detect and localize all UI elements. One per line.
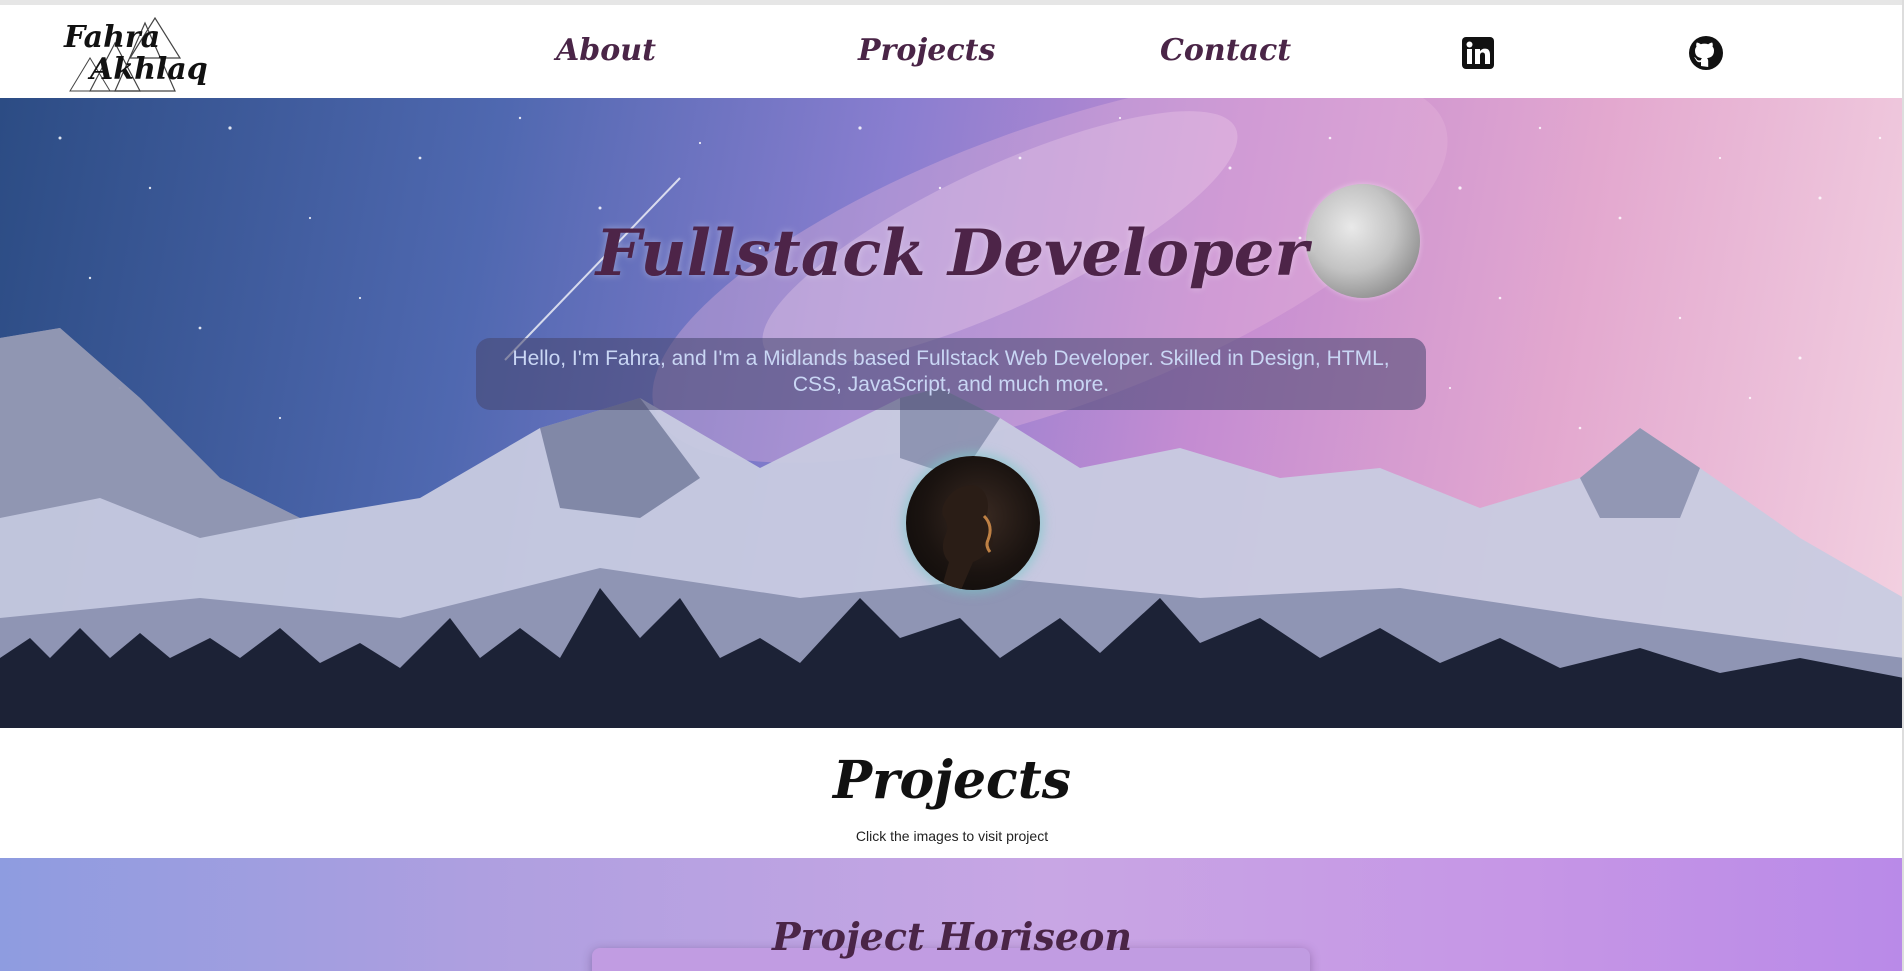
nav-about-link[interactable]: About — [556, 33, 656, 68]
nav-projects-link[interactable]: Projects — [858, 33, 995, 68]
profile-silhouette-icon — [941, 485, 993, 590]
site-header: Fahra Akhlaq About Projects Contact — [0, 5, 1904, 98]
profile-avatar — [906, 456, 1040, 590]
github-icon[interactable] — [1688, 35, 1724, 71]
project-list: Project Horiseon — [0, 858, 1904, 971]
project-title: Project Horiseon — [771, 914, 1133, 959]
linkedin-icon[interactable] — [1460, 35, 1496, 71]
projects-header: Projects Click the images to visit proje… — [0, 728, 1904, 858]
projects-subtitle: Click the images to visit project — [855, 828, 1049, 844]
hero-title: Fullstack Developer — [595, 216, 1309, 291]
logo-first-name: Fahra — [64, 20, 161, 55]
logo-last-name: Akhlaq — [90, 52, 208, 87]
mountain-landscape-image — [0, 98, 1904, 728]
hero-section: Fullstack Developer Hello, I'm Fahra, an… — [0, 98, 1904, 728]
hero-description: Hello, I'm Fahra, and I'm a Midlands bas… — [476, 338, 1426, 410]
site-logo[interactable]: Fahra Akhlaq — [60, 13, 208, 93]
nav-contact-link[interactable]: Contact — [1160, 33, 1291, 68]
projects-heading: Projects — [832, 750, 1072, 811]
